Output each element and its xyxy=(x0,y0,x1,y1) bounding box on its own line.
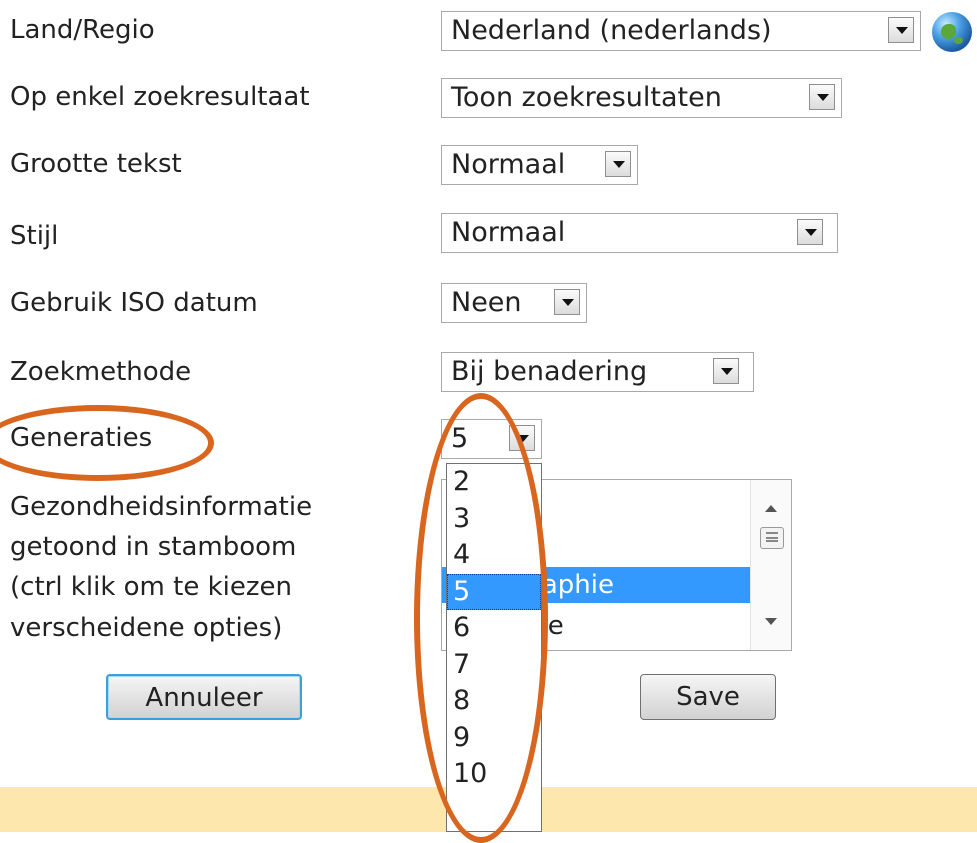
dropdown-option[interactable]: 3 xyxy=(447,501,541,538)
label-health-line-2: getoond in stamboom xyxy=(10,532,297,562)
dropdown-option[interactable]: 4 xyxy=(447,537,541,574)
chevron-down-icon[interactable] xyxy=(888,17,914,43)
label-grootte-tekst: Grootte tekst xyxy=(10,149,182,179)
listbox-scrollbar[interactable] xyxy=(750,480,791,650)
stijl-value: Normaal xyxy=(451,217,566,248)
dropdown-option[interactable]: 10 xyxy=(447,756,541,793)
label-health-line-4: verscheidene opties) xyxy=(10,613,283,643)
zoekresultaat-select[interactable]: Toon zoekresultaten xyxy=(441,78,842,118)
grootte-tekst-select[interactable]: Normaal xyxy=(441,145,638,185)
chevron-down-icon[interactable] xyxy=(713,358,739,384)
dropdown-option[interactable]: 8 xyxy=(447,683,541,720)
save-button[interactable]: Save xyxy=(640,674,776,720)
scroll-down-icon[interactable] xyxy=(765,618,777,625)
generaties-value: 5 xyxy=(451,423,469,454)
label-health-line-3: (ctrl klik om te kiezen xyxy=(10,572,292,602)
dropdown-option[interactable]: 9 xyxy=(447,720,541,757)
iso-datum-value: Neen xyxy=(451,287,522,318)
label-op-enkel-zoekresultaat: Op enkel zoekresultaat xyxy=(10,82,310,112)
label-land-regio: Land/Regio xyxy=(10,15,155,45)
generaties-select[interactable]: 5 xyxy=(441,419,542,459)
chevron-down-icon[interactable] xyxy=(797,219,823,245)
zoekresultaat-value: Toon zoekresultaten xyxy=(451,82,722,113)
label-zoekmethode: Zoekmethode xyxy=(10,357,192,387)
land-regio-value: Nederland (nederlands) xyxy=(451,15,772,46)
dropdown-option[interactable]: 2 xyxy=(447,464,541,501)
chevron-down-icon[interactable] xyxy=(554,289,580,315)
chevron-down-icon[interactable] xyxy=(809,84,835,110)
chevron-down-icon[interactable] xyxy=(509,425,535,451)
chevron-down-icon[interactable] xyxy=(605,151,631,177)
stijl-select[interactable]: Normaal xyxy=(441,213,838,253)
generaties-dropdown-list[interactable]: 2 3 4 5 6 7 8 9 10 xyxy=(446,463,542,832)
label-stijl: Stijl xyxy=(10,221,59,251)
grootte-tekst-value: Normaal xyxy=(451,149,566,180)
dropdown-option-selected[interactable]: 5 xyxy=(447,573,541,610)
iso-datum-select[interactable]: Neen xyxy=(441,283,587,323)
cancel-button[interactable]: Annuleer xyxy=(106,674,302,720)
land-regio-select[interactable]: Nederland (nederlands) xyxy=(441,11,921,51)
label-generaties: Generaties xyxy=(10,423,153,453)
label-health-line-1: Gezondheidsinformatie xyxy=(10,492,313,522)
label-gebruik-iso-datum: Gebruik ISO datum xyxy=(10,288,258,318)
dropdown-option[interactable]: 6 xyxy=(447,610,541,647)
zoekmethode-select[interactable]: Bij benadering xyxy=(441,352,754,392)
zoekmethode-value: Bij benadering xyxy=(451,356,648,387)
dropdown-option[interactable]: 7 xyxy=(447,647,541,684)
scroll-thumb[interactable] xyxy=(760,527,784,549)
globe-icon xyxy=(932,12,972,52)
scroll-up-icon[interactable] xyxy=(765,505,777,512)
